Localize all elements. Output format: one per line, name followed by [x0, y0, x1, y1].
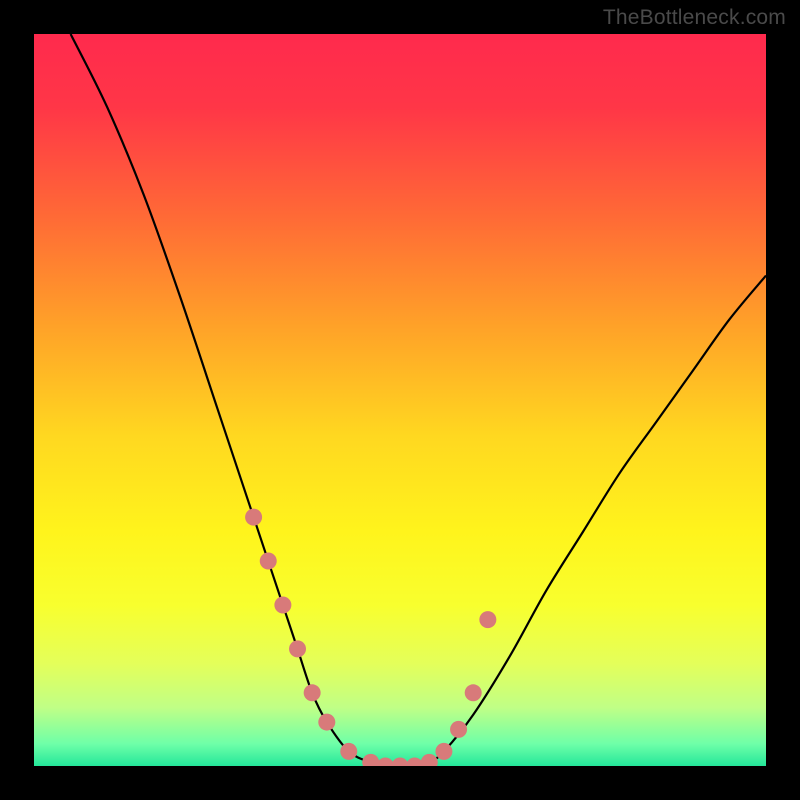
marker-dot [465, 684, 482, 701]
marker-dot [260, 553, 277, 570]
marker-dot [318, 714, 335, 731]
marker-dot [450, 721, 467, 738]
marker-dot [435, 743, 452, 760]
marker-dot [274, 596, 291, 613]
marker-dot [479, 611, 496, 628]
marker-dot [245, 509, 262, 526]
marker-dot [304, 684, 321, 701]
chart-frame: TheBottleneck.com [0, 0, 800, 800]
watermark-label: TheBottleneck.com [603, 6, 786, 30]
plot-area [34, 34, 766, 766]
marker-dot [340, 743, 357, 760]
gradient-background [34, 34, 766, 766]
plot-svg [34, 34, 766, 766]
marker-dot [289, 640, 306, 657]
